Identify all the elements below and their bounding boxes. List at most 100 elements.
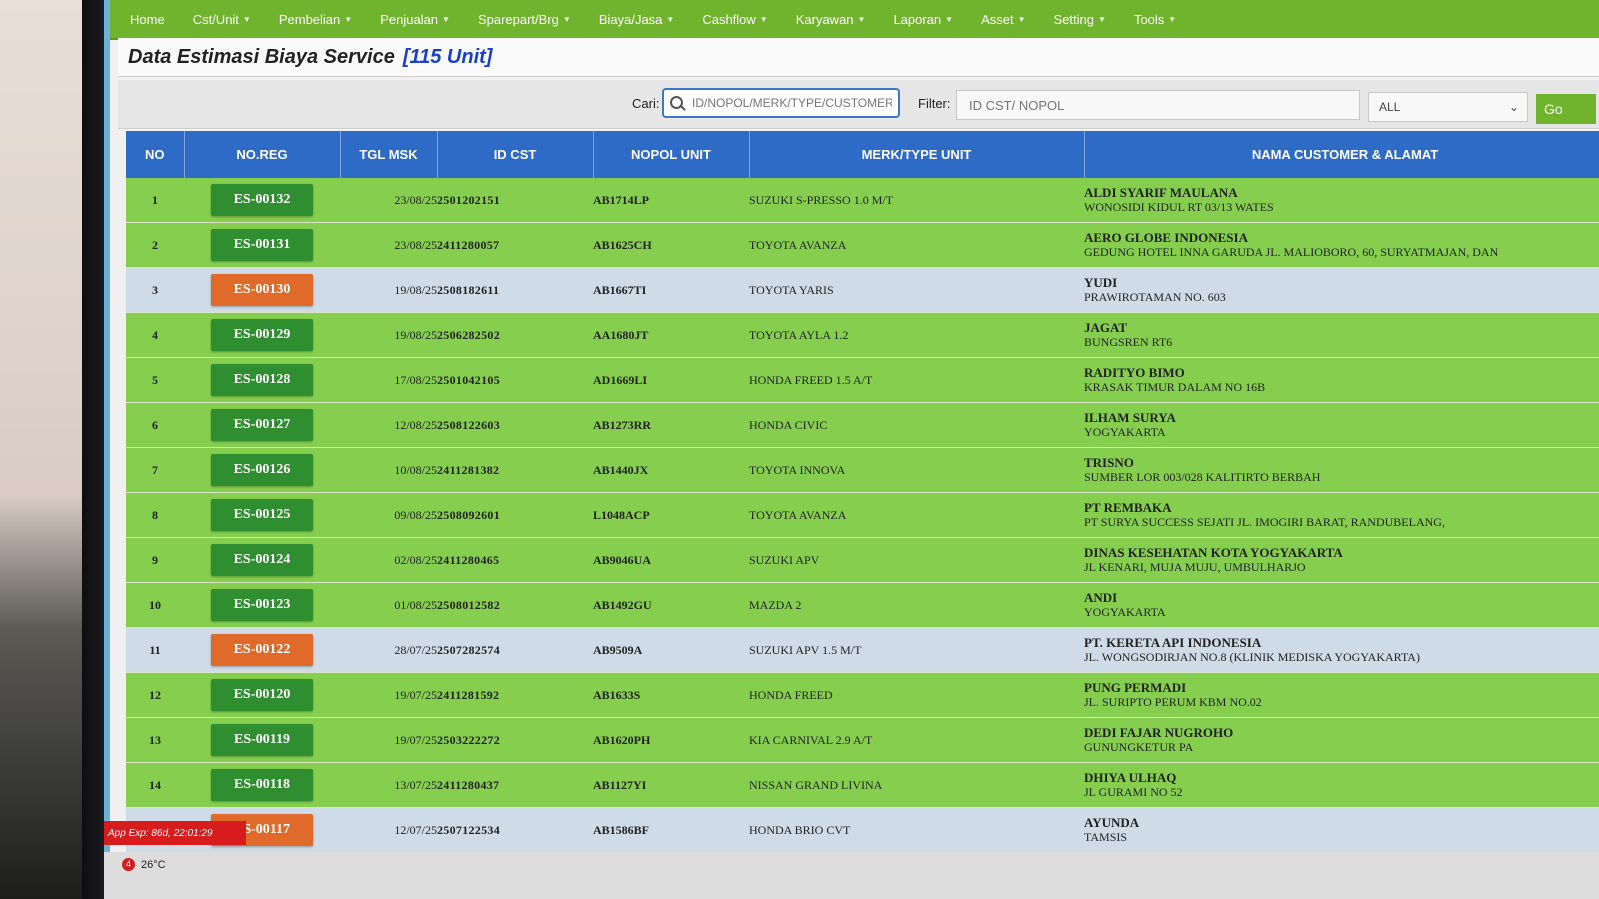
chevron-down-icon: ⌄ <box>1508 100 1519 114</box>
reg-button[interactable]: ES-00132 <box>211 184 313 216</box>
search-bar: Cari: Filter: ALL ⌄ Go <box>118 80 1599 129</box>
column-header[interactable]: NO <box>126 131 185 178</box>
table-row[interactable]: 10 ES-00123 01/08/25 2508012582 AB1492GU MAZD… <box>126 582 1599 628</box>
reg-button[interactable]: ES-00119 <box>211 724 313 756</box>
nav-item-asset[interactable]: Asset ▼ <box>981 12 1025 27</box>
plate-number: AB1492GU <box>593 582 749 628</box>
customer-id: 2507122534 <box>437 807 593 853</box>
customer-cell: PUNG PERMADI JL. SURIPTO PERUM KBM NO.02 <box>1084 672 1599 718</box>
nav-item-biaya-jasa[interactable]: Biaya/Jasa ▼ <box>599 12 675 27</box>
plate-number: AB1667TI <box>593 267 749 313</box>
vehicle-type: TOYOTA INNOVA <box>749 447 1084 493</box>
plate-number: AD1669LI <box>593 357 749 403</box>
date-in: 19/08/25 <box>340 312 437 358</box>
table-row[interactable]: 15ES-0011712/07/252507122534AB1586BFHOND… <box>126 807 1599 853</box>
plate-number: AB1625CH <box>593 222 749 268</box>
nav-item-label: Penjualan <box>380 11 439 27</box>
column-header[interactable]: NOPOL UNIT <box>593 131 750 178</box>
column-header[interactable]: MERK/TYPE UNIT <box>749 131 1085 178</box>
reg-button[interactable]: ES-00118 <box>211 769 313 801</box>
reg-cell: ES-00129 <box>184 312 340 358</box>
nav-item-pembelian[interactable]: Pembelian ▼ <box>279 12 352 27</box>
customer-id: 2411280057 <box>437 222 593 268</box>
search-box[interactable] <box>662 88 900 118</box>
go-button[interactable]: Go <box>1536 94 1596 124</box>
app-screen: Home Cst/Unit ▼ Pembelian ▼ Penjualan ▼ Sparepa… <box>104 0 1599 899</box>
date-in: 28/07/25 <box>340 627 437 673</box>
plate-number: AB1633S <box>593 672 749 718</box>
customer-cell: DHIYA ULHAQ JL GURAMI NO 52 <box>1084 762 1599 808</box>
nav-item-laporan[interactable]: Laporan ▼ <box>893 12 953 27</box>
filter-input[interactable] <box>956 90 1360 120</box>
search-input[interactable] <box>690 95 894 111</box>
nav-item-label: Karyawan <box>795 11 854 27</box>
vehicle-type: HONDA FREED <box>749 672 1084 718</box>
reg-button[interactable]: ES-00127 <box>211 409 313 441</box>
reg-button[interactable]: ES-00122 <box>211 634 313 666</box>
weather-widget[interactable]: 4 26°C <box>122 858 166 871</box>
customer-id: 2508092601 <box>437 492 593 538</box>
vehicle-type: TOYOTA AVANZA <box>749 222 1084 268</box>
table-row[interactable]: 2 ES-00131 23/08/25 2411280057 AB1625CH TOYOT… <box>126 222 1599 268</box>
nav-item-penjualan[interactable]: Penjualan ▼ <box>380 12 450 27</box>
weather-temperature: 26°C <box>141 858 166 871</box>
reg-button[interactable]: ES-00129 <box>211 319 313 351</box>
reg-button[interactable]: ES-00123 <box>211 589 313 621</box>
vehicle-type: HONDA CIVIC <box>749 402 1084 448</box>
vehicle-type: NISSAN GRAND LIVINA <box>749 762 1084 808</box>
reg-button[interactable]: ES-00131 <box>211 229 313 261</box>
customer-id: 2501042105 <box>437 357 593 403</box>
row-number: 4 <box>126 312 184 358</box>
nav-item-karyawan[interactable]: Karyawan ▼ <box>796 12 866 27</box>
table-row[interactable]: 4 ES-00129 19/08/25 2506282502 AA1680JT TOYOT… <box>126 312 1599 358</box>
customer-address: JL KENARI, MUJA MUJU, UMBULHARJO <box>1084 560 1306 574</box>
nav-item-cst-unit[interactable]: Cst/Unit ▼ <box>193 12 251 27</box>
customer-name: YUDI <box>1084 275 1118 290</box>
reg-button[interactable]: ES-00120 <box>211 679 313 711</box>
nav-item-home[interactable]: Home <box>130 12 165 27</box>
reg-button[interactable]: ES-00124 <box>211 544 313 576</box>
filter-select[interactable]: ALL ⌄ <box>1368 92 1528 122</box>
customer-address: JL. SURIPTO PERUM KBM NO.02 <box>1084 695 1262 709</box>
customer-cell: PT REMBAKA PT SURYA SUCCESS SEJATI JL. IM… <box>1084 492 1599 538</box>
plate-number: AB9509A <box>593 627 749 673</box>
column-header[interactable]: NO.REG <box>184 131 341 178</box>
screen-edge <box>104 0 110 899</box>
customer-name: DHIYA ULHAQ <box>1084 770 1177 785</box>
row-number: 5 <box>126 357 184 403</box>
reg-button[interactable]: ES-00128 <box>211 364 313 396</box>
column-header[interactable]: ID CST <box>437 131 594 178</box>
table-row[interactable]: 8 ES-00125 09/08/25 2508092601 L1048ACP TOYOT… <box>126 492 1599 538</box>
row-number: 14 <box>126 762 184 808</box>
caret-down-icon: ▼ <box>1017 14 1026 24</box>
date-in: 12/07/25 <box>340 807 437 853</box>
nav-item-sparepart-brg[interactable]: Sparepart/Brg ▼ <box>478 12 571 27</box>
table-row[interactable]: 13 ES-00119 19/07/25 2503222272 AB1620PH KIA … <box>126 717 1599 763</box>
table-row[interactable]: 7 ES-00126 10/08/25 2411281382 AB1440JX TOYOT… <box>126 447 1599 493</box>
table-row[interactable]: 1 ES-00132 23/08/25 2501202151 AB1714LP SUZUK… <box>126 178 1599 223</box>
nav-item-setting[interactable]: Setting ▼ <box>1054 12 1106 27</box>
plate-number: L1048ACP <box>593 492 749 538</box>
nav-item-label: Home <box>130 11 165 27</box>
column-header[interactable]: NAMA CUSTOMER & ALAMAT <box>1084 131 1599 178</box>
plate-number: AB1714LP <box>593 178 749 223</box>
nav-item-cashflow[interactable]: Cashflow ▼ <box>702 12 767 27</box>
vehicle-type: SUZUKI APV 1.5 M/T <box>749 627 1084 673</box>
table-row[interactable]: 14 ES-00118 13/07/25 2411280437 AB1127YI NISS… <box>126 762 1599 808</box>
customer-cell: ALDI SYARIF MAULANA WONOSIDI KIDUL RT 03/… <box>1084 178 1599 223</box>
table-row[interactable]: 9 ES-00124 02/08/25 2411280465 AB9046UA SUZUK… <box>126 537 1599 583</box>
table-row[interactable]: 6 ES-00127 12/08/25 2508122603 AB1273RR HONDA… <box>126 402 1599 448</box>
monitor-bezel <box>82 0 104 899</box>
table-row[interactable]: 5 ES-00128 17/08/25 2501042105 AD1669LI HONDA… <box>126 357 1599 403</box>
nav-item-label: Setting <box>1053 11 1095 27</box>
table-row[interactable]: 11 ES-00122 28/07/25 2507282574 AB9509A SUZUK… <box>126 627 1599 673</box>
table-row[interactable]: 3 ES-00130 19/08/25 2508182611 AB1667TI TOYOT… <box>126 267 1599 313</box>
reg-button[interactable]: ES-00130 <box>211 274 313 306</box>
reg-button[interactable]: ES-00125 <box>211 499 313 531</box>
nav-item-tools[interactable]: Tools ▼ <box>1134 12 1176 27</box>
column-header[interactable]: TGL MSK <box>340 131 438 178</box>
caret-down-icon: ▼ <box>344 14 353 24</box>
reg-button[interactable]: ES-00126 <box>211 454 313 486</box>
estimate-table: NO NO.REG TGL MSK ID CST NOPOL UNIT MERK/TYPE… <box>126 131 1599 853</box>
table-row[interactable]: 12 ES-00120 19/07/25 2411281592 AB1633S HONDA… <box>126 672 1599 718</box>
